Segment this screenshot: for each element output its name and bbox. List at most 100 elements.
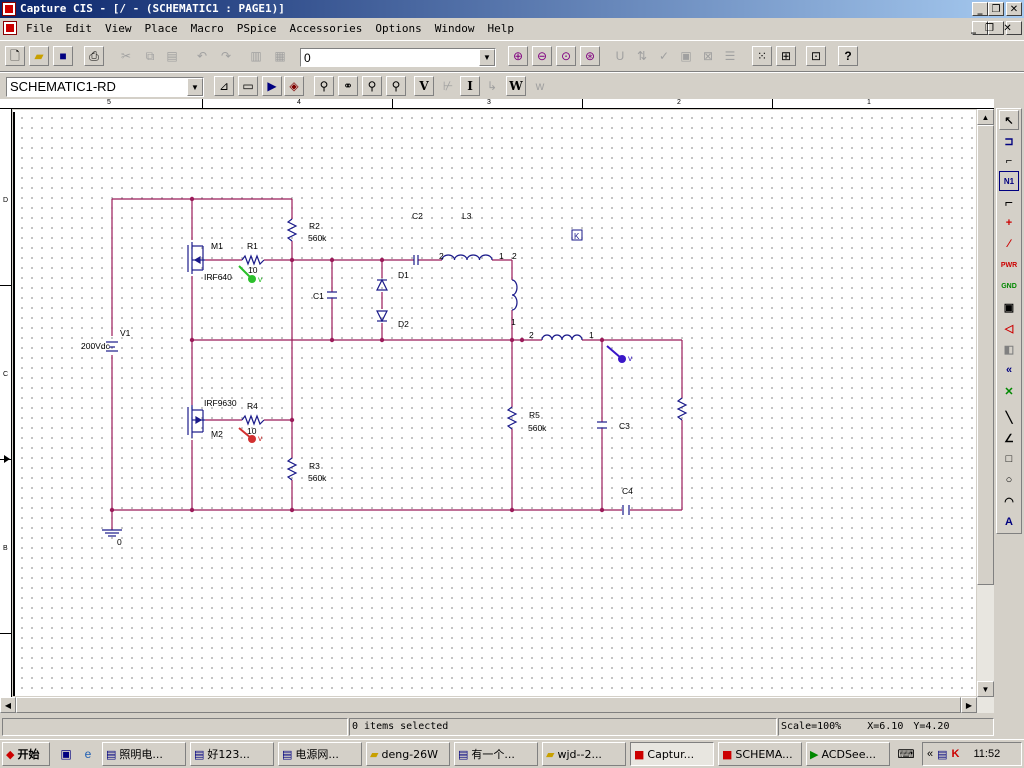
doc-restore-button[interactable]: ❐ <box>985 21 1004 35</box>
new-simulation-icon[interactable]: ⊿ <box>214 76 234 96</box>
menu-accessories[interactable]: Accessories <box>290 22 363 35</box>
menu-pspice[interactable]: PSpice <box>237 22 277 35</box>
zoom-area-icon[interactable]: ⊙ <box>556 46 576 66</box>
run-icon[interactable]: ▶ <box>262 76 282 96</box>
cut-icon[interactable]: ✂ <box>116 46 136 66</box>
bias-power-toggle-icon[interactable]: w <box>530 76 550 96</box>
rectangle-icon[interactable]: □ <box>999 449 1019 469</box>
select-arrow-icon[interactable]: ↖ <box>999 110 1019 130</box>
zoom-in-icon[interactable]: ⊕ <box>508 46 528 66</box>
menu-macro[interactable]: Macro <box>191 22 224 35</box>
save-icon[interactable]: ■ <box>53 46 73 66</box>
menu-window[interactable]: Window <box>435 22 475 35</box>
vertical-scrollbar[interactable]: ▲ ▼ <box>977 109 994 697</box>
taskbar-item[interactable]: ▰ deng-26W <box>366 742 450 766</box>
scroll-right-button[interactable]: ▶ <box>961 697 977 713</box>
bias-power-button[interactable]: W <box>506 76 526 96</box>
arc-icon[interactable]: ◠ <box>999 491 1019 511</box>
bom-icon[interactable]: ☰ <box>720 46 740 66</box>
tray-chevron-icon[interactable]: « <box>927 748 933 760</box>
scroll-hthumb[interactable] <box>16 697 961 713</box>
undo-icon[interactable]: ↶ <box>192 46 212 66</box>
new-icon[interactable]: 🗋 <box>5 46 25 66</box>
drc-icon[interactable]: ✓ <box>654 46 674 66</box>
menu-help[interactable]: Help <box>487 22 514 35</box>
doc-close-button[interactable]: ✕ <box>1003 21 1022 35</box>
off-page-connector-icon[interactable]: « <box>999 360 1019 380</box>
backannotate-icon[interactable]: ⇅ <box>632 46 652 66</box>
keyboard-icon[interactable]: ⌨ <box>896 744 916 764</box>
no-connect-icon[interactable]: ✕ <box>999 381 1019 401</box>
taskbar-item[interactable]: ▰ wjd--2... <box>542 742 626 766</box>
restore-button[interactable]: ❐ <box>988 2 1004 16</box>
tray-network-icon[interactable]: ▤ <box>937 748 947 761</box>
paste-icon[interactable]: ▤ <box>162 46 182 66</box>
menu-file[interactable]: File <box>26 22 53 35</box>
bias-current-button[interactable]: I <box>460 76 480 96</box>
redo-icon[interactable]: ↷ <box>216 46 236 66</box>
annotate-icon[interactable]: U <box>610 46 630 66</box>
menu-place[interactable]: Place <box>145 22 178 35</box>
start-button[interactable]: ◆ 开始 <box>2 742 50 766</box>
bias-voltage-button[interactable]: V <box>414 76 434 96</box>
place-line-icon[interactable]: ╲ <box>999 407 1019 427</box>
zoom-all-icon[interactable]: ⊛ <box>580 46 600 66</box>
open-folder-icon[interactable]: ▰ <box>29 46 49 66</box>
part-combo[interactable]: 0 ▼ <box>300 48 496 67</box>
probe-power-icon[interactable]: ⚲ <box>386 76 406 96</box>
bus-entry-icon[interactable]: ∕ <box>999 234 1019 254</box>
close-button[interactable]: ✕ <box>1006 2 1022 16</box>
schematic-combo[interactable]: SCHEMATIC1-RD ▼ <box>6 77 204 97</box>
scroll-left-button[interactable]: ◀ <box>0 697 16 713</box>
taskbar-item[interactable]: ▤ 照明电... <box>102 742 186 766</box>
scroll-up-button[interactable]: ▲ <box>977 109 994 125</box>
app-icon[interactable] <box>2 2 16 16</box>
zoom-out-icon[interactable]: ⊖ <box>532 46 552 66</box>
taskbar-item[interactable]: ▶ ACDSee... <box>806 742 890 766</box>
chevron-down-icon[interactable]: ▼ <box>187 78 203 96</box>
ellipse-icon[interactable]: ○ <box>999 470 1019 490</box>
doc-icon[interactable] <box>3 21 17 35</box>
project-manager-icon[interactable]: ⊞ <box>776 46 796 66</box>
text-icon[interactable]: A <box>999 512 1019 532</box>
probe-diff-icon[interactable]: ⚭ <box>338 76 358 96</box>
print-icon[interactable]: ⎙ <box>84 46 104 66</box>
grid-right-icon[interactable]: ▦ <box>270 46 290 66</box>
probe-current-icon[interactable]: ⚲ <box>362 76 382 96</box>
grid-left-icon[interactable]: ▥ <box>246 46 266 66</box>
hierarchical-pin-icon[interactable]: ◧ <box>999 339 1019 359</box>
minimize-button[interactable]: _ <box>972 2 988 16</box>
edit-simulation-icon[interactable]: ▭ <box>238 76 258 96</box>
junction-icon[interactable]: + <box>999 213 1019 233</box>
help-icon[interactable]: ? <box>838 46 858 66</box>
power-icon[interactable]: PWR <box>999 255 1019 275</box>
snap-grid-icon[interactable]: ⁙ <box>752 46 772 66</box>
scroll-down-button[interactable]: ▼ <box>977 681 994 697</box>
hierarchical-block-icon[interactable]: ▣ <box>999 297 1019 317</box>
ground-icon[interactable]: GND <box>999 276 1019 296</box>
desktop-icon[interactable]: ▣ <box>56 744 76 764</box>
horizontal-scrollbar[interactable]: ◀ ▶ <box>0 697 994 713</box>
scroll-thumb[interactable] <box>977 125 994 585</box>
taskbar-item[interactable]: ▤ 好123... <box>190 742 274 766</box>
copy-icon[interactable]: ⧉ <box>140 46 160 66</box>
view-results-icon[interactable]: ◈ <box>284 76 304 96</box>
chevron-down-icon[interactable]: ▼ <box>479 49 495 66</box>
netlist-icon[interactable]: ▣ <box>676 46 696 66</box>
polyline-icon[interactable]: ∠ <box>999 428 1019 448</box>
taskbar-item[interactable]: ▤ 有一个... <box>454 742 538 766</box>
tray-antivirus-icon[interactable]: K <box>952 748 960 760</box>
menu-view[interactable]: View <box>105 22 132 35</box>
bias-current-toggle-icon[interactable]: ↳ <box>482 76 502 96</box>
taskbar-item[interactable]: ▤ 电源网... <box>278 742 362 766</box>
menu-options[interactable]: Options <box>375 22 421 35</box>
taskbar-item[interactable]: ■ SCHEMA... <box>718 742 802 766</box>
taskbar-item-active[interactable]: ■ Captur... <box>630 742 714 766</box>
cross-ref-icon[interactable]: ⊠ <box>698 46 718 66</box>
schematic-canvas[interactable]: K V1 200Vdc M1 IRF640 IRF9630 M2 R1 10 R… <box>13 110 976 696</box>
bias-voltage-toggle-icon[interactable]: ⊬ <box>438 76 458 96</box>
toolbar-icon[interactable]: ⊡ <box>806 46 826 66</box>
place-wire-icon[interactable]: ⌐ <box>999 151 1019 171</box>
hierarchical-port-icon[interactable]: ◁ <box>999 318 1019 338</box>
probe-voltage-icon[interactable]: ⚲ <box>314 76 334 96</box>
